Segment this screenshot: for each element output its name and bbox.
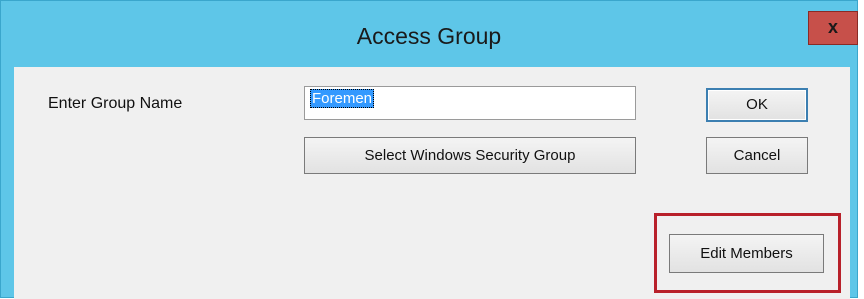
dialog-body: Enter Group Name Foremen OK Select Windo…	[14, 67, 850, 299]
close-icon[interactable]: x	[808, 11, 858, 45]
group-name-label: Enter Group Name	[48, 95, 183, 112]
access-group-dialog: Access Group x Enter Group Name Foremen …	[0, 0, 858, 299]
cancel-button[interactable]: Cancel	[706, 137, 808, 174]
title-bar[interactable]: Access Group x	[1, 1, 858, 67]
ok-button[interactable]: OK	[706, 88, 808, 122]
edit-members-button[interactable]: Edit Members	[669, 234, 824, 273]
group-name-input[interactable]: Foremen	[304, 86, 636, 120]
select-windows-security-group-button[interactable]: Select Windows Security Group	[304, 137, 636, 174]
dialog-title: Access Group	[356, 23, 502, 49]
group-name-value[interactable]: Foremen	[310, 89, 375, 108]
